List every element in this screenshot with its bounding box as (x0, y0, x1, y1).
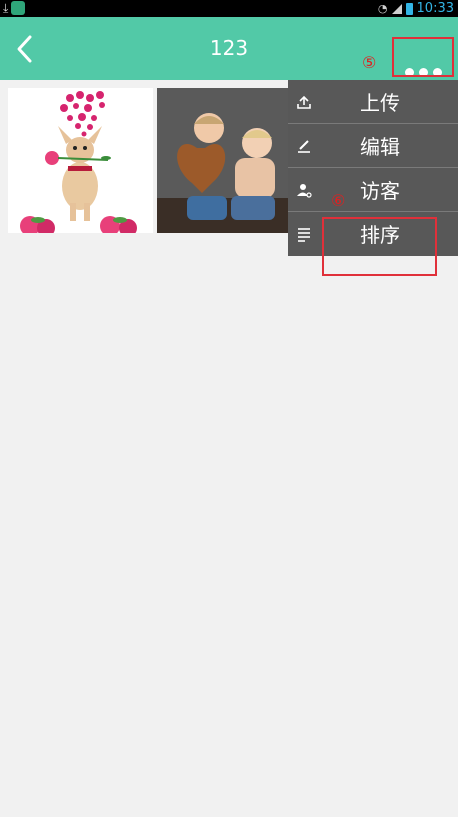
edit-icon (295, 137, 313, 155)
menu-item-label: 访客 (360, 179, 400, 203)
menu-item-sort[interactable]: 排序 (288, 212, 458, 255)
overflow-menu: 上传 编辑 访客 排序 (288, 80, 458, 256)
sort-icon (295, 225, 313, 243)
app-bar: 123 ⑤ (0, 17, 458, 80)
status-time: 10:33 (416, 1, 454, 16)
menu-item-label: 排序 (360, 223, 400, 247)
battery-icon (405, 2, 413, 15)
app-notification-icon (11, 1, 26, 15)
annotation-marker-5: ⑤ (362, 53, 377, 72)
more-dot-icon (418, 67, 428, 77)
page-title: 123 (209, 36, 249, 60)
menu-item-upload[interactable]: 上传 (288, 80, 458, 123)
menu-item-edit[interactable]: 编辑 (288, 124, 458, 167)
menu-item-label: 编辑 (360, 135, 400, 159)
menu-item-label: 上传 (360, 91, 400, 115)
wifi-icon: ◔ (377, 2, 388, 15)
download-icon: ⤓ (3, 1, 9, 15)
menu-item-visitor[interactable]: 访客 (288, 168, 458, 211)
photo-thumbnail-children[interactable] (157, 88, 302, 233)
signal-icon (391, 3, 402, 14)
back-button[interactable] (8, 29, 44, 69)
annotation-marker-6: ⑥ (331, 191, 346, 210)
photo-thumbnail-dog[interactable] (8, 88, 153, 233)
visitor-icon (295, 181, 313, 199)
more-dot-icon (404, 67, 414, 77)
chihuahua-image (8, 88, 153, 233)
status-bar: ⤓ ◔ 10:33 (0, 0, 458, 17)
back-arrow-icon (17, 35, 32, 63)
upload-icon (295, 93, 313, 111)
children-image (157, 88, 302, 233)
more-dot-icon (432, 67, 442, 77)
